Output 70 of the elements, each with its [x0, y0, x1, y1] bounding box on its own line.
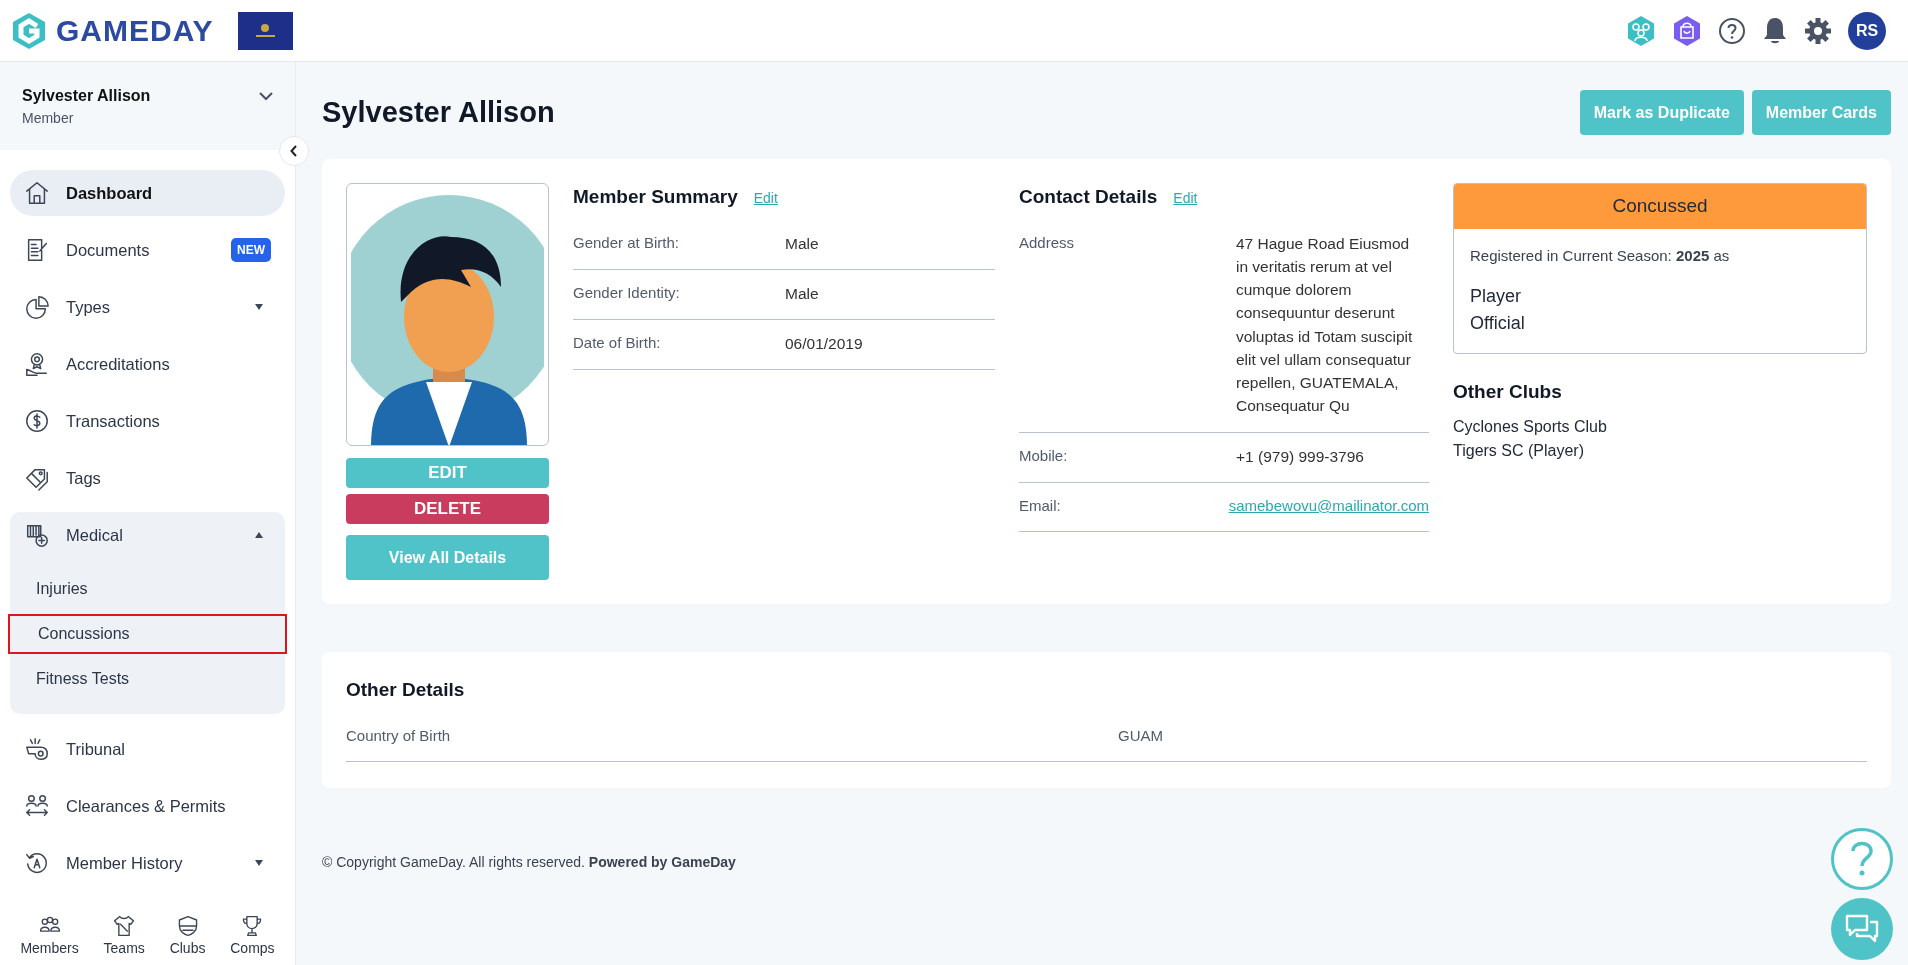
- copyright-text: © Copyright GameDay. All rights reserved. Powered by GameDay: [322, 853, 736, 872]
- user-role: Member: [22, 109, 75, 128]
- role-text: Player: [1470, 285, 1523, 308]
- sidebar-subitem[interactable]: Fitness Tests: [8, 659, 287, 699]
- bell-icon[interactable]: [1762, 15, 1788, 46]
- sidebar-subitem[interactable]: Concussions: [8, 614, 287, 654]
- club-logo: [237, 11, 293, 50]
- field-value: Male: [785, 233, 820, 254]
- caret-icon: [255, 304, 263, 310]
- section-title: Other Details: [346, 678, 466, 702]
- medical-shirt-icon: [24, 522, 50, 548]
- page-title: Sylvester Allison: [322, 95, 555, 130]
- field-label: Date of Birth:: [573, 333, 662, 353]
- field-label: Gender Identity:: [573, 282, 681, 303]
- delete-button[interactable]: DELETE: [346, 494, 549, 524]
- logo-text: GAMEDAY: [56, 13, 214, 49]
- logo-icon: [10, 10, 48, 51]
- award-icon: [24, 351, 50, 377]
- section-title: Contact Details: [1019, 185, 1158, 209]
- sidebar-item[interactable]: Clearances & Permits: [10, 783, 285, 829]
- club-name: Cyclones Sports Club: [1453, 416, 1608, 437]
- whistle-icon: [24, 736, 50, 762]
- house-icon: [24, 180, 50, 206]
- collapse-sidebar-button[interactable]: [279, 136, 309, 166]
- section-title: Member Summary: [573, 185, 738, 209]
- bottom-tab[interactable]: Members: [20, 913, 79, 959]
- sidebar-item[interactable]: Types: [10, 284, 285, 330]
- sidebar-item[interactable]: Documents NEW: [10, 227, 285, 273]
- sidebar-subitem[interactable]: Injuries: [8, 569, 287, 609]
- field-value: GUAM: [1118, 725, 1163, 746]
- field-label: Country of Birth: [346, 725, 452, 746]
- club-name: Tigers SC (Player): [1453, 440, 1585, 461]
- registration-text: Registered in Current Season: 2025 as: [1470, 245, 1731, 266]
- user-avatar[interactable]: RS: [1848, 11, 1886, 50]
- field-label: Address: [1019, 232, 1076, 253]
- caret-icon: [255, 860, 263, 866]
- sidebar-item[interactable]: Medical: [10, 512, 285, 558]
- sidebar-item[interactable]: Tribunal: [10, 726, 285, 772]
- field-label: Gender at Birth:: [573, 232, 680, 253]
- help-icon[interactable]: [1718, 16, 1746, 45]
- sidebar-item[interactable]: Transactions: [10, 398, 285, 444]
- field-value: Male: [785, 283, 820, 304]
- sidebar-item[interactable]: Accreditations: [10, 341, 285, 387]
- caret-icon: [255, 532, 263, 538]
- bottom-tab[interactable]: Teams: [103, 913, 145, 959]
- bottom-tab[interactable]: Comps: [230, 913, 275, 959]
- chat-icon: [1845, 914, 1879, 944]
- section-title: Other Clubs: [1453, 380, 1563, 404]
- chevron-left-icon: [290, 145, 298, 157]
- sidebar-item[interactable]: Dashboard: [10, 170, 285, 216]
- sidebar-item[interactable]: Member History: [10, 840, 285, 886]
- history-icon: [24, 850, 50, 876]
- new-badge: NEW: [231, 238, 271, 262]
- field-label: Mobile:: [1019, 445, 1069, 466]
- bottom-tab[interactable]: Clubs: [169, 913, 206, 959]
- dollar-icon: [24, 408, 50, 434]
- chevron-down-icon[interactable]: [259, 92, 273, 101]
- field-value: 47 Hague Road Eiusmod in veritatis rerum at vel cumque dolorem consequuntur deserunt voluptas id Totam suscipit elit vel ullam consequatur repellen, GUATEMALA, Consequatur Qu: [1236, 233, 1414, 417]
- shirt-icon: [112, 913, 137, 938]
- settings-icon[interactable]: [1804, 16, 1832, 45]
- role-text: Official: [1470, 312, 1526, 335]
- field-value: 06/01/2019: [785, 334, 864, 354]
- pie-chart-icon: [24, 294, 50, 320]
- user-name: Sylvester Allison: [22, 86, 151, 106]
- field-value: +1 (979) 999-3796: [1236, 446, 1365, 467]
- people-transfer-icon: [24, 793, 50, 819]
- field-label: Email:: [1019, 495, 1062, 516]
- shopping-bag-icon[interactable]: [1672, 14, 1702, 47]
- sidebar-item[interactable]: Tags: [10, 455, 285, 501]
- status-banner: Concussed: [1454, 184, 1866, 229]
